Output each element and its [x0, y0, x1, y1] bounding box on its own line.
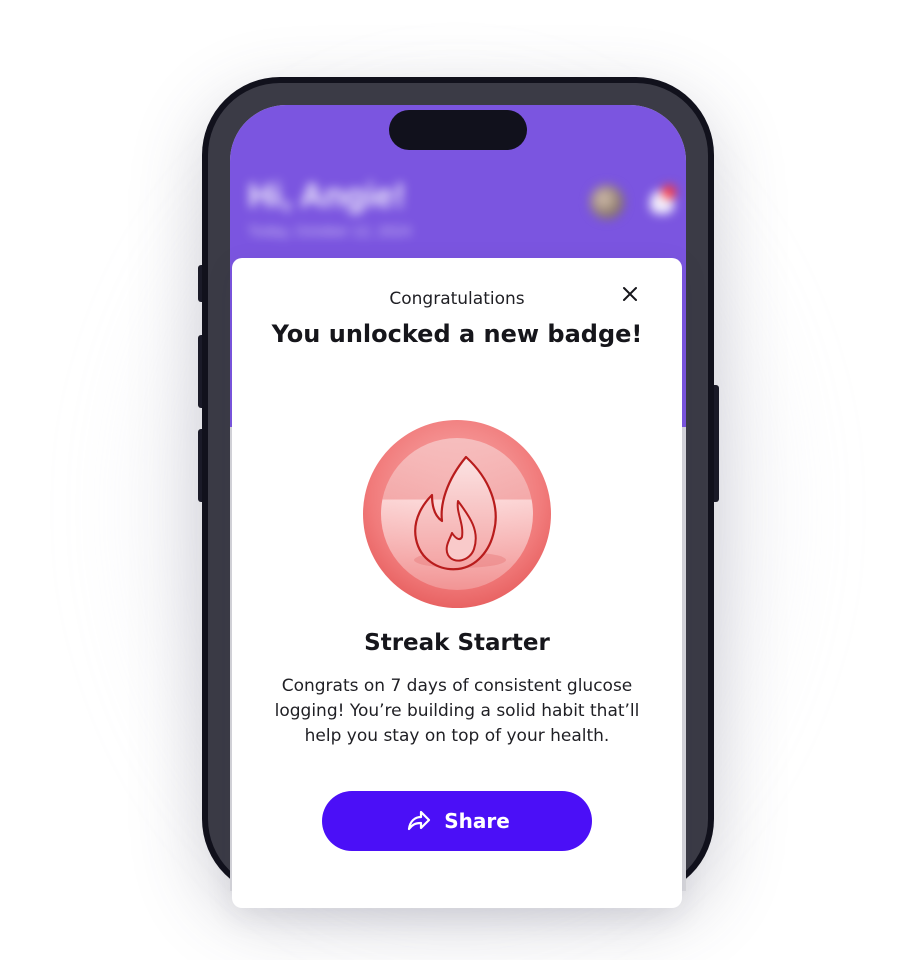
date-text: Today, October 12, 2024 — [248, 223, 412, 240]
notification-dot — [662, 185, 676, 199]
modal-kicker: Congratulations — [389, 289, 525, 309]
modal-title: You unlocked a new badge! — [271, 320, 643, 348]
badge-medal — [362, 419, 552, 609]
badge-name: Streak Starter — [364, 630, 550, 656]
greeting-text: Hi, Angie! — [248, 177, 406, 215]
share-arrow-icon — [408, 810, 431, 831]
badge-modal: Congratulations You unlocked a new badge… — [232, 258, 682, 908]
dynamic-island — [389, 110, 527, 150]
badge-description: Congrats on 7 days of consistent glucose… — [274, 676, 640, 746]
avatar — [590, 185, 624, 219]
share-button[interactable]: Share — [322, 791, 592, 851]
flame-icon — [363, 420, 551, 608]
share-label: Share — [444, 809, 510, 833]
